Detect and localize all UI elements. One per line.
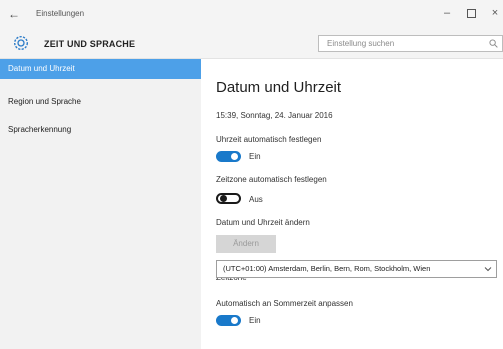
maximize-button[interactable] xyxy=(462,5,480,21)
change-datetime-label: Datum und Uhrzeit ändern xyxy=(216,218,310,227)
gear-icon xyxy=(13,35,29,51)
sidebar-item-spracherkennung[interactable]: Spracherkennung xyxy=(0,120,201,140)
chevron-down-icon xyxy=(484,267,492,272)
auto-time-toggle[interactable] xyxy=(216,151,241,162)
dst-label: Automatisch an Sommerzeit anpassen xyxy=(216,299,353,308)
section-title: ZEIT UND SPRACHE xyxy=(44,39,136,49)
page-title: Datum und Uhrzeit xyxy=(216,79,342,96)
minimize-button[interactable]: – xyxy=(438,5,456,21)
toggle-knob xyxy=(231,153,238,160)
auto-timezone-toggle[interactable] xyxy=(216,193,241,204)
toggle-knob xyxy=(231,317,238,324)
main-content: Datum und Uhrzeit 15:39, Sonntag, 24. Ja… xyxy=(201,59,503,349)
toggle-knob xyxy=(220,195,227,202)
dst-state: Ein xyxy=(249,316,261,325)
search-input[interactable] xyxy=(319,36,487,51)
sidebar-item-datum-und-uhrzeit[interactable]: Datum und Uhrzeit xyxy=(0,59,201,79)
auto-timezone-state: Aus xyxy=(249,195,263,204)
maximize-icon xyxy=(466,9,476,18)
timezone-value: (UTC+01:00) Amsterdam, Berlin, Bern, Rom… xyxy=(223,264,431,273)
dst-toggle[interactable] xyxy=(216,315,241,326)
current-datetime: 15:39, Sonntag, 24. Januar 2016 xyxy=(216,111,333,120)
search-icon xyxy=(489,39,498,48)
back-button[interactable]: ← xyxy=(8,7,20,21)
search-box[interactable] xyxy=(318,35,503,52)
sidebar-item-region-und-sprache[interactable]: Region und Sprache xyxy=(0,92,201,112)
settings-header: ZEIT UND SPRACHE xyxy=(0,30,503,59)
timezone-select[interactable]: (UTC+01:00) Amsterdam, Berlin, Bern, Rom… xyxy=(216,260,497,278)
title-bar: ← Einstellungen – × xyxy=(0,0,503,30)
auto-time-label: Uhrzeit automatisch festlegen xyxy=(216,135,322,144)
auto-timezone-label: Zeitzone automatisch festlegen xyxy=(216,175,327,184)
sidebar: Datum und Uhrzeit Region und Sprache Spr… xyxy=(0,59,201,349)
change-datetime-button[interactable]: Ändern xyxy=(216,235,276,253)
close-button[interactable]: × xyxy=(486,5,503,21)
auto-time-state: Ein xyxy=(249,152,261,161)
app-title: Einstellungen xyxy=(36,9,85,18)
